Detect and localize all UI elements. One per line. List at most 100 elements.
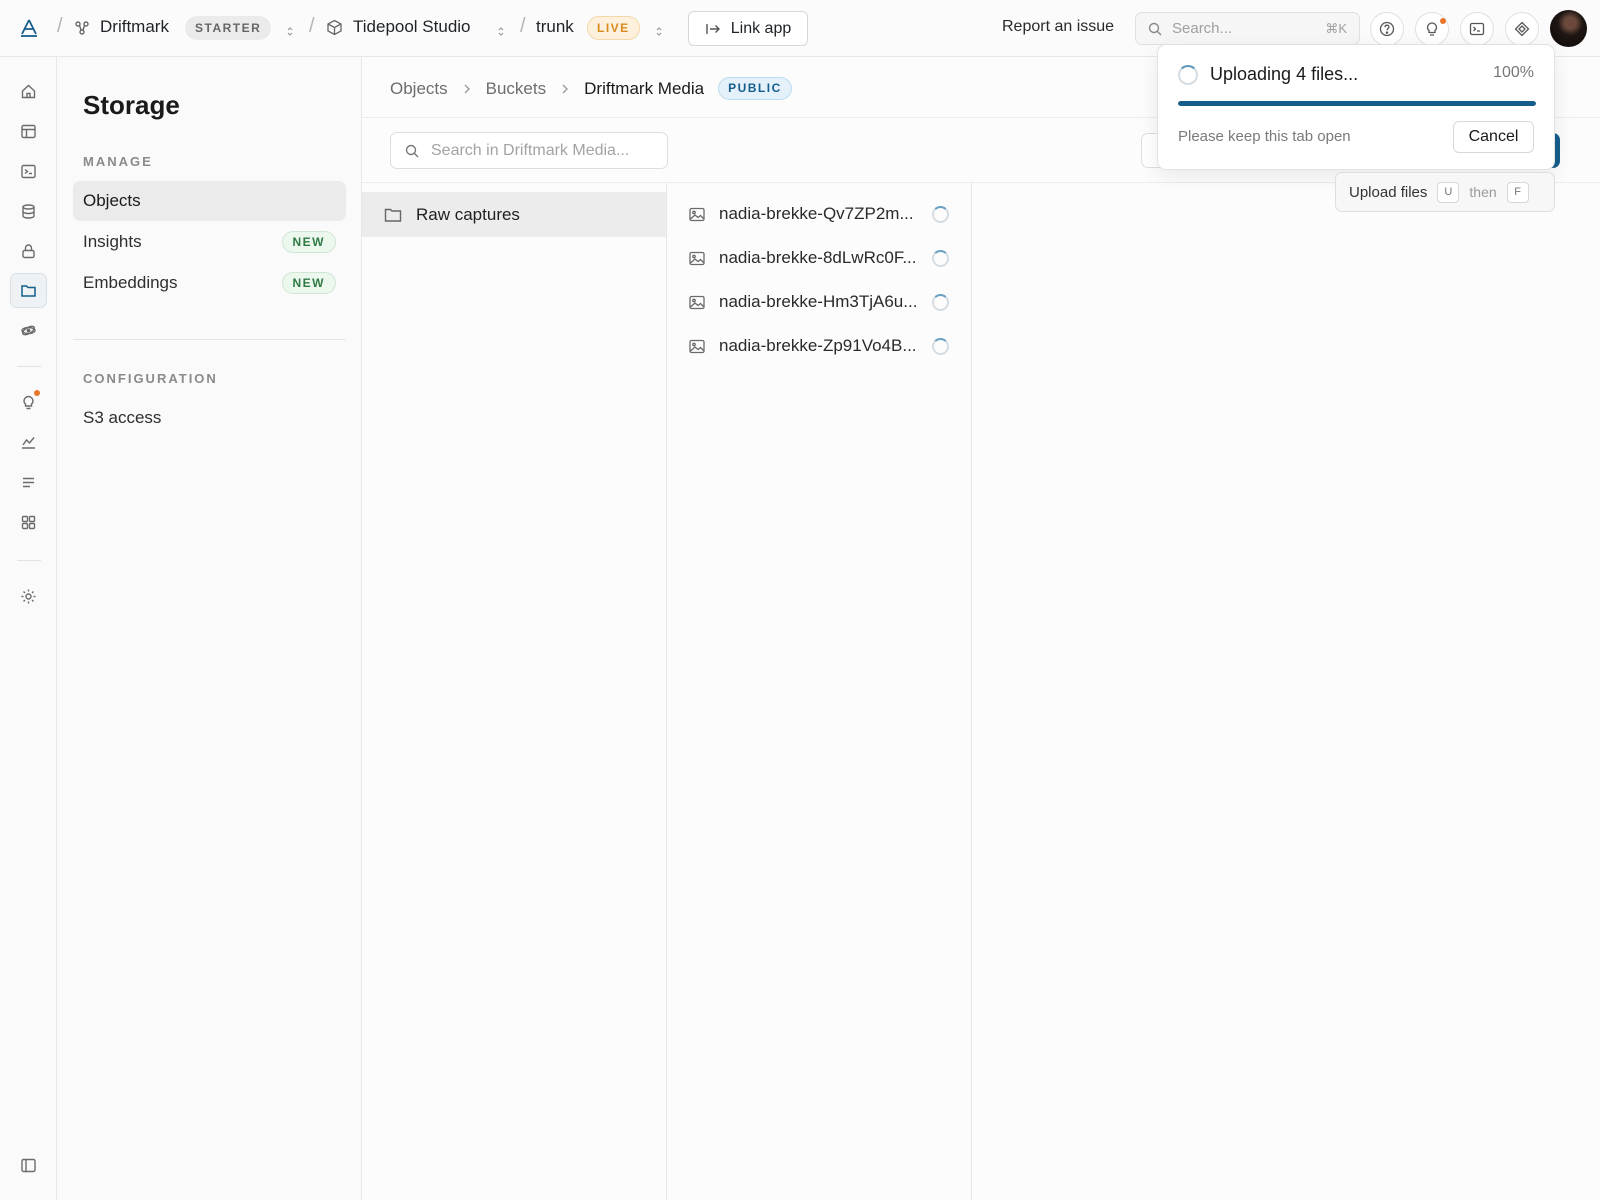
branch-name[interactable]: trunk — [536, 17, 574, 37]
branch-switcher-icon[interactable] — [656, 23, 662, 36]
folder-column: Raw captures — [362, 183, 667, 1200]
terminal-button[interactable] — [1460, 12, 1494, 46]
functions-icon — [21, 325, 36, 336]
help-button[interactable] — [1370, 12, 1404, 46]
rail-toggle-sidebar[interactable] — [10, 1148, 47, 1183]
link-arrow-icon — [706, 23, 720, 34]
notification-dot — [34, 390, 40, 396]
breadcrumb-objects[interactable]: Objects — [390, 79, 448, 99]
grid-icon — [21, 515, 36, 530]
rail-home[interactable] — [10, 74, 47, 109]
upload-spinner-icon — [1178, 65, 1198, 85]
rail-divider — [17, 366, 41, 367]
rail-auth[interactable] — [10, 234, 47, 269]
folder-icon — [384, 208, 402, 222]
sidebar-item-label: Embeddings — [83, 273, 178, 292]
upload-spinner-icon — [932, 293, 949, 311]
sidebar-item-label: Insights — [83, 232, 142, 251]
home-icon — [21, 84, 36, 99]
upload-progress-fill — [1178, 101, 1536, 106]
plan-badge: STARTER — [185, 16, 272, 40]
upload-spinner-icon — [932, 337, 949, 355]
file-name: nadia-brekke-Qv7ZP2m... — [719, 204, 914, 223]
tooltip-label: Upload files — [1349, 183, 1428, 201]
manage-section-label: MANAGE — [83, 154, 153, 169]
assistant-diamond-icon — [1514, 21, 1530, 37]
terminal-icon — [1469, 22, 1485, 36]
rail-edge-functions[interactable] — [10, 313, 47, 348]
new-badge: NEW — [281, 272, 336, 294]
table-icon — [21, 124, 36, 139]
file-row[interactable]: nadia-brekke-Zp91Vo4B... — [667, 324, 971, 368]
feature-preview-button[interactable] — [1415, 12, 1449, 46]
upload-progress-bar — [1178, 101, 1536, 106]
bucket-search-input[interactable]: Search in Driftmark Media... — [390, 132, 668, 169]
lightbulb-icon — [23, 395, 34, 410]
rail-storage[interactable] — [10, 273, 47, 308]
upload-shortcut-tooltip: Upload files U then F — [1335, 172, 1555, 212]
file-name: nadia-brekke-Zp91Vo4B... — [719, 336, 917, 355]
breadcrumb-buckets[interactable]: Buckets — [486, 79, 546, 99]
search-icon — [1148, 22, 1162, 35]
rail-database[interactable] — [10, 194, 47, 229]
lock-icon — [22, 244, 35, 259]
search-icon — [405, 144, 419, 157]
bucket-visibility-badge: PUBLIC — [718, 77, 792, 100]
rail-sql-editor[interactable] — [10, 154, 47, 189]
rail-logs[interactable] — [10, 465, 47, 500]
sidebar-item-s3-access[interactable]: S3 access — [73, 398, 346, 438]
sidebar-item-embeddings[interactable]: Embeddings NEW — [73, 263, 346, 303]
image-file-icon — [689, 207, 705, 221]
project-name[interactable]: Tidepool Studio — [353, 17, 471, 37]
cancel-upload-button[interactable]: Cancel — [1453, 121, 1534, 153]
rail-reports[interactable] — [10, 425, 47, 460]
rail-integrations[interactable] — [10, 505, 47, 540]
upload-progress-popover: Uploading 4 files... 100% Please keep th… — [1157, 44, 1555, 170]
link-app-button[interactable]: Link app — [688, 11, 808, 46]
file-row[interactable]: nadia-brekke-Hm3TjA6u... — [667, 280, 971, 324]
assistant-button[interactable] — [1505, 12, 1539, 46]
shortcut-key: U — [1437, 181, 1460, 203]
app-logo-icon[interactable] — [18, 17, 40, 39]
upload-percent: 100% — [1493, 64, 1534, 81]
breadcrumb-separator: / — [520, 15, 526, 37]
file-column: nadia-brekke-Qv7ZP2m... nadia-brekke-8dL… — [667, 183, 972, 1200]
global-search-input[interactable]: Search... ⌘K — [1135, 12, 1360, 45]
new-badge: NEW — [281, 231, 336, 253]
project-switcher-icon[interactable] — [498, 23, 504, 36]
chevron-right-icon — [562, 84, 569, 93]
tooltip-then: then — [1469, 184, 1497, 200]
breadcrumb: Objects Buckets Driftmark Media PUBLIC — [390, 77, 792, 100]
sidebar-item-objects[interactable]: Objects — [73, 181, 346, 221]
file-row[interactable]: nadia-brekke-Qv7ZP2m... — [667, 192, 971, 236]
user-avatar[interactable] — [1550, 10, 1587, 47]
sidebar-item-insights[interactable]: Insights NEW — [73, 222, 346, 262]
report-issue-link[interactable]: Report an issue — [1002, 18, 1114, 36]
org-switcher-icon[interactable] — [287, 23, 293, 36]
shortcut-key: F — [1506, 181, 1529, 203]
breadcrumb-separator: / — [309, 15, 315, 37]
rail-settings[interactable] — [10, 579, 47, 614]
file-name: nadia-brekke-Hm3TjA6u... — [719, 292, 918, 311]
list-icon — [23, 477, 34, 488]
sidebar-title: Storage — [83, 90, 180, 120]
sql-terminal-icon — [21, 164, 36, 179]
folder-icon — [21, 285, 36, 297]
rail-divider — [17, 560, 41, 561]
sidebar-item-label: S3 access — [83, 408, 162, 427]
global-search-placeholder: Search... — [1172, 20, 1233, 37]
bucket-search-placeholder: Search in Driftmark Media... — [431, 141, 630, 159]
sidebar-divider — [73, 339, 346, 340]
breadcrumb-current-bucket: Driftmark Media — [584, 78, 705, 98]
organization-name[interactable]: Driftmark — [100, 17, 169, 37]
lightbulb-icon — [1426, 22, 1438, 36]
search-shortcut: ⌘K — [1325, 20, 1347, 36]
upload-title: Uploading 4 files... — [1210, 64, 1359, 84]
rail-table-editor[interactable] — [10, 114, 47, 149]
file-row[interactable]: nadia-brekke-8dLwRc0F... — [667, 236, 971, 280]
folder-row[interactable]: Raw captures — [362, 192, 666, 237]
database-icon — [22, 204, 35, 219]
rail-advisors[interactable] — [10, 385, 47, 420]
upload-note: Please keep this tab open — [1178, 128, 1351, 145]
upload-spinner-icon — [932, 249, 949, 267]
